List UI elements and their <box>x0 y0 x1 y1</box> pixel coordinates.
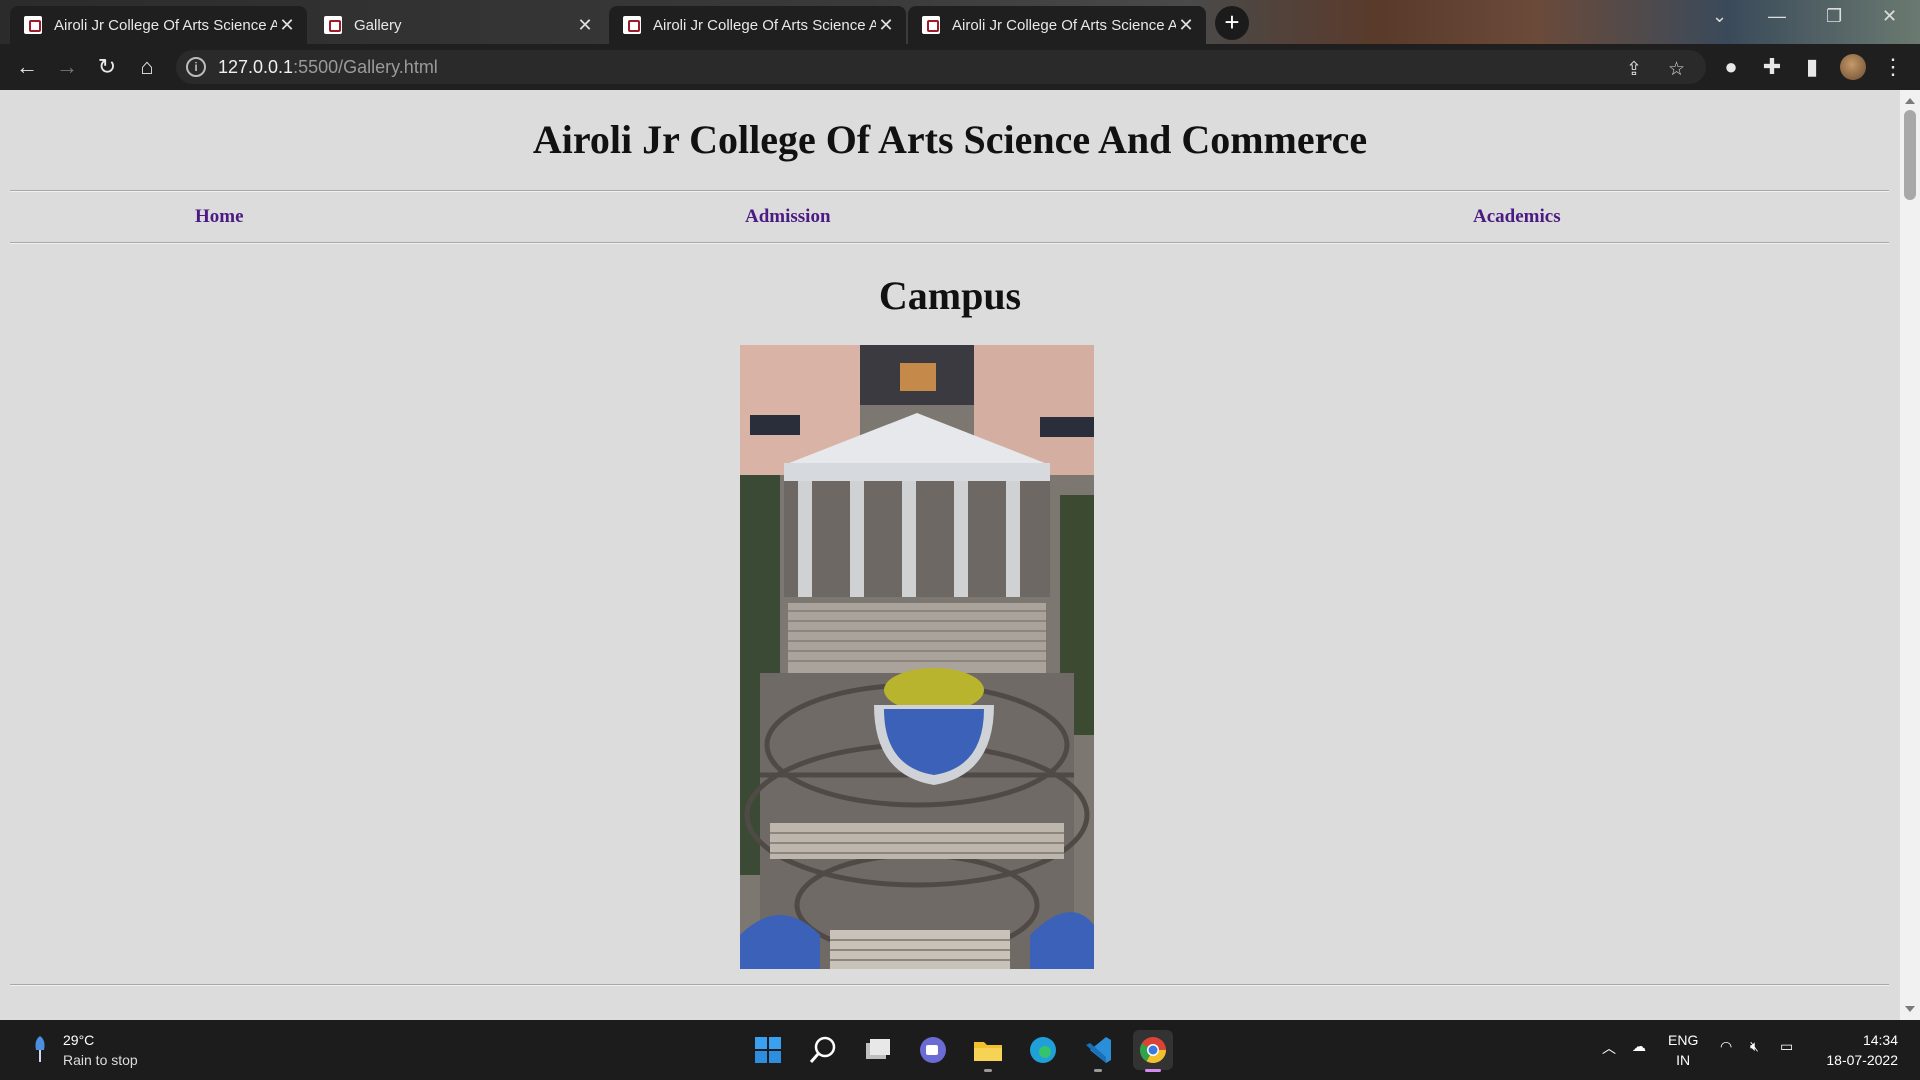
browser-tab-strip: Airoli Jr College Of Arts Science And Co… <box>0 0 1920 44</box>
browser-tab-active[interactable]: Airoli Jr College Of Arts Science And Co… <box>908 6 1206 44</box>
windows-taskbar: 29°C Rain to stop ︿ ☁ ENG IN ◠ 🔇︎ ▭ 14:3… <box>0 1020 1920 1080</box>
back-arrow-icon[interactable]: ← <box>14 54 40 80</box>
nav-home-link[interactable]: Home <box>195 206 244 228</box>
restore-icon[interactable]: ❐ <box>1826 6 1842 27</box>
address-bar[interactable]: i 127.0.0.1:5500/Gallery.html ⇪ ☆ <box>176 50 1706 84</box>
home-icon[interactable]: ⌂ <box>134 54 160 80</box>
edge-browser-icon <box>1030 1037 1056 1063</box>
college-favicon-icon <box>24 16 42 34</box>
task-view-icon <box>866 1039 890 1059</box>
divider <box>10 242 1889 244</box>
browser-toolbar: ← → ↻ ⌂ i 127.0.0.1:5500/Gallery.html ⇪ … <box>0 44 1920 90</box>
url-text[interactable]: 127.0.0.1:5500/Gallery.html <box>218 57 438 78</box>
running-indicator <box>1094 1069 1102 1072</box>
bookmark-star-icon[interactable]: ☆ <box>1668 58 1685 81</box>
file-explorer-button[interactable] <box>968 1030 1008 1072</box>
tab-title: Airoli Jr College Of Arts Science And Co… <box>952 16 1176 34</box>
tab-title: Gallery <box>354 16 402 34</box>
running-indicator <box>1145 1069 1161 1072</box>
page-scrollbar[interactable] <box>1900 90 1920 1020</box>
nav-admission-link[interactable]: Admission <box>745 206 831 228</box>
forward-arrow-icon[interactable]: → <box>54 54 80 80</box>
lang-region: IN <box>1676 1052 1691 1068</box>
kebab-menu-icon[interactable]: ⋮ <box>1880 54 1906 80</box>
close-tab-icon[interactable]: ✕ <box>1176 15 1196 36</box>
clock-time: 14:34 <box>1862 1032 1898 1048</box>
weather-temperature[interactable]: 29°C <box>63 1032 94 1048</box>
scrollbar-thumb[interactable] <box>1904 110 1916 200</box>
profile-avatar[interactable] <box>1840 54 1866 80</box>
close-tab-icon[interactable]: ✕ <box>575 15 595 36</box>
browser-tab[interactable]: Gallery ✕ <box>310 6 605 44</box>
url-path: :5500/Gallery.html <box>293 57 438 77</box>
browser-tab[interactable]: Airoli Jr College Of Arts Science And Co… <box>609 6 906 44</box>
scroll-down-arrow-icon[interactable] <box>1905 1006 1915 1012</box>
divider <box>10 984 1889 986</box>
chat-icon <box>920 1037 946 1063</box>
task-view-button[interactable] <box>858 1030 898 1070</box>
show-hidden-icons-chevron-icon[interactable]: ︿ <box>1602 1038 1616 1058</box>
side-panel-icon[interactable]: ▮ <box>1799 54 1825 80</box>
site-title: Airoli Jr College Of Arts Science And Co… <box>532 117 1368 162</box>
weather-description[interactable]: Rain to stop <box>63 1052 138 1068</box>
college-favicon-icon <box>922 16 940 34</box>
vscode-icon <box>1086 1037 1111 1063</box>
college-favicon-icon <box>324 16 342 34</box>
teams-chat-button[interactable] <box>913 1030 953 1070</box>
close-tab-icon[interactable]: ✕ <box>876 15 896 36</box>
folder-icon <box>974 1042 1002 1061</box>
share-icon[interactable]: ⇪ <box>1626 58 1642 81</box>
search-icon <box>809 1036 836 1063</box>
volume-muted-icon[interactable]: 🔇︎ <box>1750 1038 1759 1055</box>
extension-circle-icon[interactable]: ● <box>1718 54 1744 80</box>
start-button[interactable] <box>748 1030 788 1070</box>
wifi-icon[interactable]: ◠ <box>1720 1038 1732 1055</box>
vscode-button[interactable] <box>1078 1030 1118 1072</box>
clock-date: 18-07-2022 <box>1826 1052 1898 1068</box>
chrome-button[interactable] <box>1133 1030 1173 1072</box>
scroll-up-arrow-icon[interactable] <box>1905 98 1915 104</box>
extensions-puzzle-icon[interactable]: ✚ <box>1759 54 1785 80</box>
site-info-icon[interactable]: i <box>186 57 206 77</box>
chrome-browser-icon <box>1139 1037 1167 1064</box>
system-clock[interactable]: 14:34 18-07-2022 <box>1818 1030 1898 1070</box>
onedrive-error-icon[interactable]: ☁ <box>1632 1038 1646 1055</box>
campus-image <box>740 345 1094 969</box>
url-host: 127.0.0.1 <box>218 57 294 77</box>
divider <box>10 190 1889 192</box>
minimize-icon[interactable]: — <box>1768 6 1786 27</box>
input-language[interactable]: ENG IN <box>1668 1030 1698 1070</box>
college-favicon-icon <box>623 16 641 34</box>
browser-tab[interactable]: Airoli Jr College Of Arts Science And Co… <box>10 6 307 44</box>
close-window-icon[interactable]: ✕ <box>1882 6 1897 27</box>
tab-title: Airoli Jr College Of Arts Science And Co… <box>54 16 277 34</box>
taskbar-search-button[interactable] <box>803 1030 843 1070</box>
nav-academics-link[interactable]: Academics <box>1473 206 1561 228</box>
new-tab-button[interactable]: + <box>1215 6 1249 40</box>
tab-search-chevron-icon[interactable]: ⌄ <box>1712 6 1727 27</box>
battery-icon[interactable]: ▭ <box>1780 1038 1793 1055</box>
windows-logo-icon <box>755 1037 781 1063</box>
tab-title: Airoli Jr College Of Arts Science And Co… <box>653 16 876 34</box>
section-title: Campus <box>878 273 1022 318</box>
webpage: Airoli Jr College Of Arts Science And Co… <box>0 90 1900 1020</box>
close-tab-icon[interactable]: ✕ <box>277 15 297 36</box>
edge-button[interactable] <box>1023 1030 1063 1070</box>
lang-code: ENG <box>1668 1032 1699 1048</box>
umbrella-weather-icon[interactable] <box>32 1034 48 1064</box>
reload-icon[interactable]: ↻ <box>94 54 120 80</box>
running-indicator <box>984 1069 992 1072</box>
